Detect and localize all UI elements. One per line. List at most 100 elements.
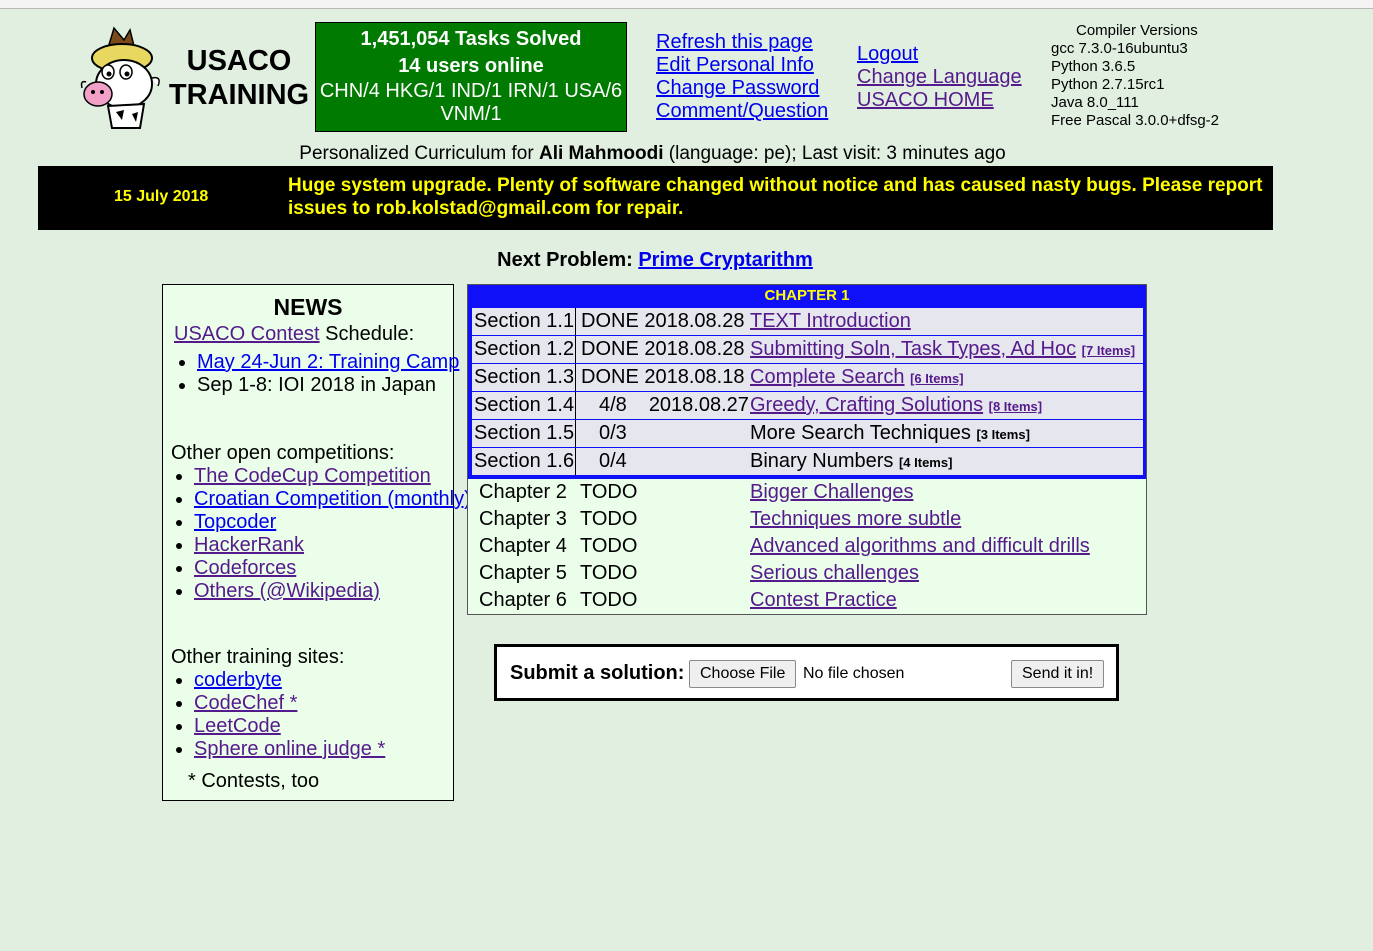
- topcoder-link[interactable]: Topcoder: [194, 511, 276, 533]
- section-status-value: 0/3: [599, 422, 627, 444]
- section-title: More Search Techniques [3 Items]: [750, 420, 1030, 447]
- section-status: 4/8 2018.08.27: [577, 392, 749, 419]
- list-item: Topcoder: [194, 511, 474, 534]
- chapter-link[interactable]: Techniques more subtle: [750, 506, 961, 533]
- chapter-link[interactable]: Advanced algorithms and difficult drills: [750, 533, 1090, 560]
- training-camp-link[interactable]: May 24-Jun 2: Training Camp: [197, 351, 459, 373]
- section-number: Section 1.5: [472, 420, 576, 447]
- browser-top-edge: [0, 0, 1373, 9]
- section-number: Section 1.1: [472, 308, 576, 335]
- list-item: May 24-Jun 2: Training Camp: [197, 351, 477, 374]
- curriculum-prefix: Personalized Curriculum for: [299, 143, 539, 164]
- section-row: Section 1.2 DONE 2018.08.28 Submitting S…: [472, 336, 1143, 363]
- section-name: Binary Numbers: [750, 450, 894, 472]
- send-it-in-button[interactable]: Send it in!: [1011, 660, 1105, 688]
- codechef-link[interactable]: CodeChef *: [194, 692, 297, 714]
- users-online-count: 14 users online: [398, 55, 544, 77]
- user-name: Ali Mahmoodi: [538, 143, 664, 164]
- choose-file-button[interactable]: Choose File: [689, 660, 797, 688]
- section-link[interactable]: Submitting Soln, Task Types, Ad Hoc: [750, 338, 1076, 360]
- section-title: Binary Numbers [4 Items]: [750, 448, 952, 475]
- section-row: Section 1.6 0/4 Binary Numbers [4 Items]: [472, 448, 1143, 475]
- chapter-number: Chapter 2: [479, 481, 567, 503]
- no-file-chosen-text: No file chosen: [803, 665, 905, 682]
- section-row: Section 1.4 4/8 2018.08.27 Greedy, Crafti…: [472, 392, 1143, 419]
- section-status: DONE 2018.08.28: [577, 336, 747, 363]
- list-item: HackerRank: [194, 534, 474, 557]
- section-link[interactable]: Greedy, Crafting Solutions: [750, 394, 983, 416]
- coderbyte-link[interactable]: coderbyte: [194, 669, 282, 691]
- section-date: 2018.08.28: [644, 338, 745, 360]
- section-items-link[interactable]: [6 Items]: [910, 371, 963, 386]
- section-items-count: [3 Items]: [976, 427, 1030, 442]
- schedule-suffix: Schedule:: [319, 323, 415, 345]
- news-panel: NEWS USACO Contest Schedule: May 24-Jun …: [162, 284, 471, 801]
- section-status: 0/3: [577, 420, 747, 447]
- sphere-online-judge-link[interactable]: Sphere online judge *: [194, 738, 385, 760]
- section-number: Section 1.4: [472, 392, 576, 419]
- curriculum-suffix: (language: pe); Last visit: 3 minutes ag…: [663, 143, 1006, 164]
- section-number: Section 1.2: [472, 336, 576, 363]
- tasks-solved-count: 1,451,054 Tasks Solved: [360, 28, 582, 50]
- list-item: CodeChef *: [194, 692, 474, 715]
- compiler-item: Java 8.0_111: [1051, 94, 1139, 111]
- leetcode-link[interactable]: LeetCode: [194, 715, 281, 737]
- section-status-value: 4/8: [599, 394, 627, 416]
- section-row: Section 1.1 DONE 2018.08.28 TEXT Introdu…: [472, 308, 1143, 335]
- list-item: LeetCode: [194, 715, 474, 738]
- next-problem-link[interactable]: Prime Cryptarithm: [638, 249, 813, 271]
- section-items-link[interactable]: [8 Items]: [989, 399, 1042, 414]
- chapter-status: TODO: [580, 589, 638, 611]
- change-language-link[interactable]: Change Language: [857, 66, 1022, 89]
- section-title: Submitting Soln, Task Types, Ad Hoc [7 I…: [750, 336, 1135, 363]
- comment-question-link[interactable]: Comment/Question: [656, 100, 828, 123]
- compiler-item: gcc 7.3.0-16ubuntu3: [1051, 40, 1188, 57]
- usaco-home-link[interactable]: USACO HOME: [857, 89, 1022, 112]
- section-name: More Search Techniques: [750, 422, 971, 444]
- others-wikipedia-link[interactable]: Others (@Wikipedia): [194, 580, 380, 602]
- codecup-link[interactable]: The CodeCup Competition: [194, 465, 431, 487]
- chapter-link[interactable]: Contest Practice: [750, 587, 897, 614]
- curriculum-table: CHAPTER 1 Section 1.1 DONE 2018.08.28 TE…: [467, 284, 1147, 615]
- personalized-curriculum-line: Personalized Curriculum for Ali Mahmoodi…: [0, 143, 1305, 165]
- section-status-value: DONE: [581, 310, 639, 332]
- section-link[interactable]: TEXT Introduction: [750, 310, 911, 332]
- section-title: Greedy, Crafting Solutions [8 Items]: [750, 392, 1042, 419]
- section-number: Section 1.6: [472, 448, 576, 475]
- change-password-link[interactable]: Change Password: [656, 77, 828, 100]
- chapter-number: Chapter 4: [479, 535, 567, 557]
- brand-line-usaco: USACO: [186, 45, 292, 77]
- schedule-list: May 24-Jun 2: Training Camp Sep 1-8: IOI…: [167, 351, 477, 397]
- online-countries: CHN/4 HKG/1 IND/1 IRN/1 USA/6 VNM/1: [319, 80, 623, 125]
- section-status-value: 0/4: [599, 450, 627, 472]
- brand-line-training: TRAINING: [168, 79, 310, 111]
- croatian-competition-link[interactable]: Croatian Competition (monthly): [194, 488, 471, 510]
- codeforces-link[interactable]: Codeforces: [194, 557, 296, 579]
- compiler-item: Free Pascal 3.0.0+dfsg-2: [1051, 112, 1220, 129]
- section-status-value: DONE: [581, 366, 639, 388]
- chapter-link[interactable]: Bigger Challenges: [750, 479, 913, 506]
- chapter-status: TODO: [580, 508, 638, 530]
- hackerrank-link[interactable]: HackerRank: [194, 534, 304, 556]
- section-status: DONE 2018.08.18: [577, 364, 747, 391]
- training-sites-list: coderbyte CodeChef * LeetCode Sphere onl…: [164, 669, 474, 761]
- other-competitions-list: The CodeCup Competition Croatian Competi…: [164, 465, 474, 603]
- section-link[interactable]: Complete Search: [750, 366, 905, 388]
- refresh-page-link[interactable]: Refresh this page: [656, 31, 828, 54]
- chapter-1-box: CHAPTER 1 Section 1.1 DONE 2018.08.28 TE…: [468, 285, 1146, 479]
- usaco-contest-link[interactable]: USACO Contest: [174, 323, 320, 345]
- logout-link[interactable]: Logout: [857, 43, 1022, 66]
- announcement-date: 15 July 2018: [114, 188, 209, 205]
- section-items-link[interactable]: [7 Items]: [1082, 343, 1135, 358]
- announcement-message: Huge system upgrade. Plenty of software …: [288, 175, 1263, 219]
- chapter-number: Chapter 3: [479, 508, 567, 530]
- edit-personal-info-link[interactable]: Edit Personal Info: [656, 54, 828, 77]
- section-number: Section 1.3: [472, 364, 576, 391]
- section-title: TEXT Introduction: [750, 308, 911, 335]
- section-title: Complete Search [6 Items]: [750, 364, 964, 391]
- chapter-1-title: CHAPTER 1: [764, 287, 850, 304]
- next-problem: Next Problem: Prime Cryptarithm: [0, 249, 1310, 272]
- news-title: NEWS: [273, 294, 343, 320]
- compiler-item: Python 2.7.15rc1: [1051, 76, 1165, 93]
- chapter-link[interactable]: Serious challenges: [750, 560, 919, 587]
